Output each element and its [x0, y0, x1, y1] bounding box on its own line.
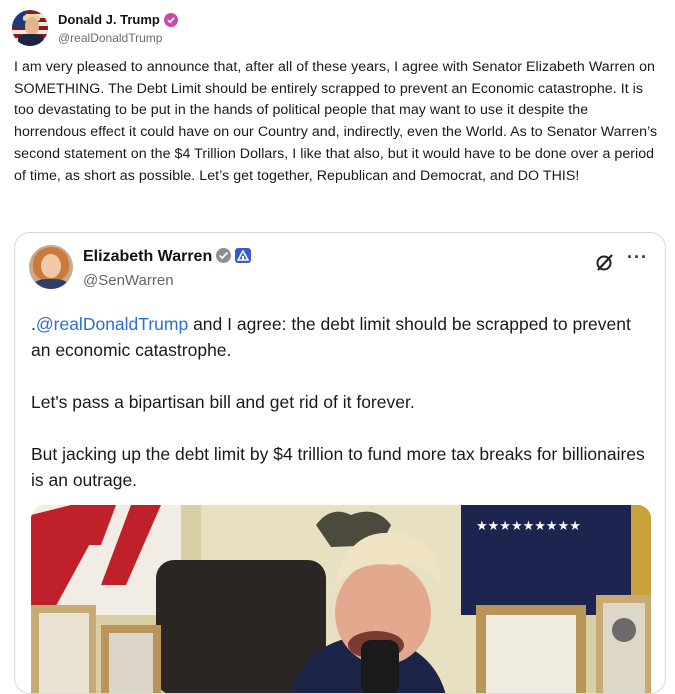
avatar[interactable]	[12, 10, 48, 46]
more-options-icon[interactable]: ···	[627, 247, 648, 268]
author-name[interactable]: Donald J. Trump	[58, 12, 160, 27]
verified-badge-icon	[216, 248, 232, 263]
quoted-paragraph-3: But jacking up the debt limit by $4 tril…	[31, 444, 645, 490]
post-header: Donald J. Trump @realDonaldTrump	[12, 10, 178, 46]
svg-text:★★★★★★★★★: ★★★★★★★★★	[476, 519, 581, 534]
quoted-author-block: Elizabeth Warren @SenWarren	[83, 248, 252, 289]
quoted-author-name[interactable]: Elizabeth Warren	[83, 248, 212, 265]
quoted-paragraph-2: Let's pass a bipartisan bill and get rid…	[31, 392, 415, 412]
quoted-paragraph-1: .@realDonaldTrump and I agree: the debt …	[31, 314, 631, 360]
verified-badge-icon	[163, 12, 178, 27]
avatar[interactable]	[29, 245, 73, 289]
grok-icon[interactable]	[595, 252, 615, 277]
mention-link[interactable]: @realDonaldTrump	[36, 314, 188, 334]
post-text: I am very pleased to announce that, afte…	[14, 59, 658, 184]
quoted-text: .@realDonaldTrump and I agree: the debt …	[31, 311, 651, 493]
quoted-author-handle[interactable]: @SenWarren	[83, 272, 251, 289]
author-block: Donald J. Trump @realDonaldTrump	[58, 12, 178, 45]
government-badge-icon	[235, 248, 252, 263]
attached-photo[interactable]: ★★★★★★★★★	[31, 505, 651, 693]
author-handle[interactable]: @realDonaldTrump	[58, 31, 178, 45]
quoted-post[interactable]: Elizabeth Warren @SenWarren ··· .@realDo…	[14, 232, 666, 694]
